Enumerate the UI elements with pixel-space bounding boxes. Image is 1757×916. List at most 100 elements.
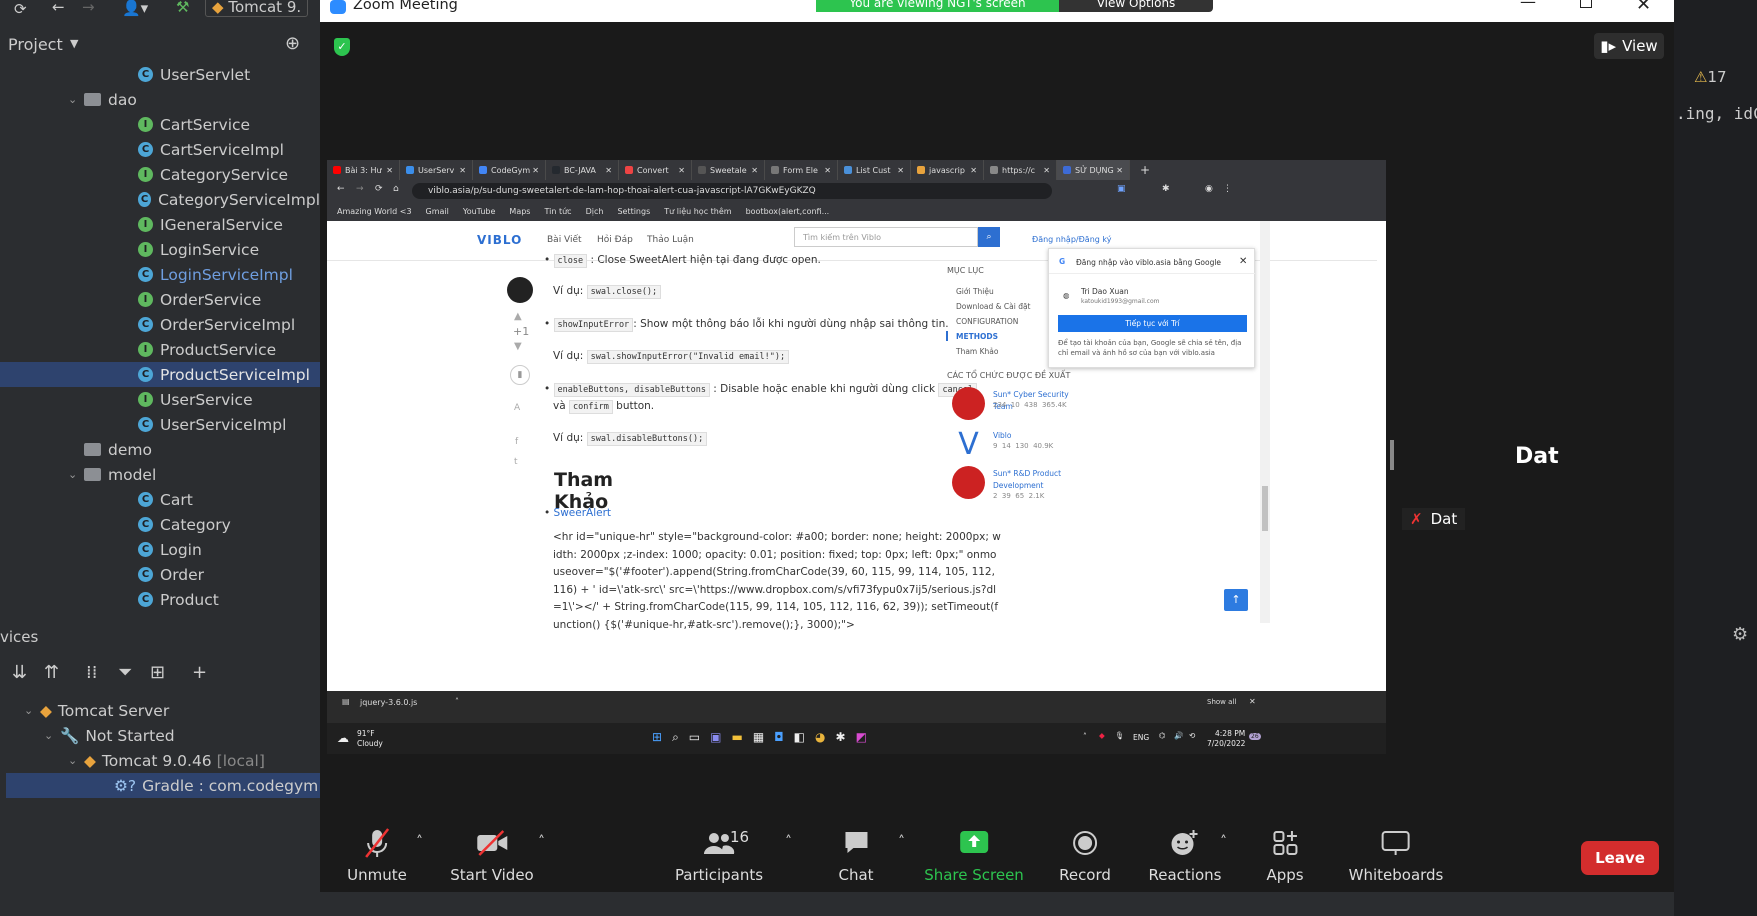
tray-chevron-icon[interactable]: ˄ bbox=[1083, 732, 1087, 741]
nav-articles[interactable]: Bài Viết bbox=[547, 235, 582, 245]
chevron-up-icon[interactable]: ˄ bbox=[538, 834, 545, 850]
browser-tab[interactable]: https://c ✕ bbox=[984, 160, 1057, 180]
tree-item[interactable]: I ProductService bbox=[0, 337, 320, 362]
tree-item[interactable]: I OrderService bbox=[0, 287, 320, 312]
clock-time[interactable]: 4:28 PM bbox=[1215, 729, 1245, 738]
user-icon[interactable]: 👤▾ bbox=[122, 0, 148, 17]
profile-icon[interactable]: ◉ bbox=[1205, 184, 1213, 194]
back-icon[interactable]: ← bbox=[52, 0, 65, 16]
tree-item[interactable]: C UserServlet bbox=[0, 62, 320, 87]
apps-button[interactable]: Apps bbox=[1266, 826, 1304, 884]
bookmark-item[interactable]: bootbox(alert,confi... bbox=[746, 207, 830, 216]
chat-button[interactable]: Chat bbox=[838, 826, 874, 884]
tree-item[interactable]: C OrderServiceImpl bbox=[0, 312, 320, 337]
expand-all-icon[interactable]: ⇊ bbox=[12, 662, 27, 683]
browser-tab[interactable]: Convert ✕ bbox=[619, 160, 692, 180]
leave-button[interactable]: Leave bbox=[1581, 841, 1659, 875]
tab-close-icon[interactable]: ✕ bbox=[970, 166, 977, 175]
volume-icon[interactable]: 🔊 bbox=[1174, 731, 1183, 740]
record-button[interactable]: Record bbox=[1059, 826, 1111, 884]
intellij-icon[interactable]: ◧ bbox=[794, 730, 805, 745]
viblo-search-input[interactable]: Tìm kiếm trên Viblo bbox=[794, 227, 978, 247]
photos-icon[interactable]: ▦ bbox=[753, 730, 764, 745]
chevron-down-icon[interactable]: ⌄ bbox=[68, 93, 84, 106]
page-scrollbar[interactable] bbox=[1260, 221, 1270, 623]
tree-item[interactable]: C LoginServiceImpl bbox=[0, 262, 320, 287]
zoom-taskbar-icon[interactable]: ◘ bbox=[774, 730, 784, 745]
chevron-down-icon[interactable]: ⌄ bbox=[24, 704, 40, 717]
tree-item[interactable]: C ProductServiceImpl bbox=[0, 362, 320, 387]
chrome-icon[interactable]: ◕ bbox=[815, 730, 825, 745]
toc-item[interactable]: METHODS bbox=[956, 332, 998, 341]
tab-close-icon[interactable]: ✕ bbox=[678, 166, 685, 175]
tab-close-icon[interactable]: ✕ bbox=[386, 166, 393, 175]
hammer-icon[interactable]: ⚒ bbox=[176, 0, 189, 16]
minimize-icon[interactable]: — bbox=[1520, 0, 1536, 11]
show-all-link[interactable]: Show all bbox=[1207, 698, 1236, 706]
download-file[interactable]: jquery-3.6.0.js bbox=[360, 698, 417, 707]
tab-close-icon[interactable]: ✕ bbox=[1043, 166, 1050, 175]
add-icon[interactable]: + bbox=[192, 662, 207, 683]
extension-icon[interactable]: ▣ bbox=[1117, 184, 1126, 194]
participants-button[interactable]: Participants bbox=[675, 826, 763, 884]
chevron-up-icon[interactable]: ˄ bbox=[455, 697, 459, 706]
downvote-icon[interactable]: ▼ bbox=[514, 341, 522, 352]
network-icon[interactable]: ⌬ bbox=[1159, 731, 1166, 740]
org-name[interactable]: Sun* R&D Product Development bbox=[993, 468, 1083, 492]
task-view-icon[interactable]: ▭ bbox=[689, 730, 700, 745]
bookmark-item[interactable]: Amazing World <3 bbox=[337, 207, 412, 216]
nav-discussions[interactable]: Thảo Luận bbox=[647, 235, 694, 245]
toc-item[interactable]: Giới Thiệu bbox=[956, 287, 994, 296]
tree-item[interactable]: C CategoryServiceImpl bbox=[0, 187, 320, 212]
bookmark-item[interactable]: Dịch bbox=[586, 207, 604, 216]
mic-icon[interactable]: 🎙 bbox=[1115, 731, 1125, 740]
language[interactable]: ENG bbox=[1133, 733, 1149, 742]
chevron-up-icon[interactable]: ˄ bbox=[1220, 834, 1227, 850]
google-continue-button[interactable]: Tiếp tục với Trí bbox=[1058, 315, 1247, 332]
clock-date[interactable]: 7/20/2022 bbox=[1207, 739, 1245, 748]
org-avatar[interactable] bbox=[952, 387, 985, 420]
service-item[interactable]: ⌄ ◆ Tomcat Server bbox=[6, 698, 320, 723]
back-icon[interactable]: ← bbox=[337, 184, 345, 194]
maximize-icon[interactable] bbox=[1580, 0, 1592, 8]
service-item[interactable]: ⌄ 🔧 Not Started bbox=[6, 723, 320, 748]
tab-close-icon[interactable]: ✕ bbox=[605, 166, 612, 175]
run-config-select[interactable]: ◆ Tomcat 9. bbox=[205, 0, 309, 17]
tree-item[interactable]: C Order bbox=[0, 562, 320, 587]
close-icon[interactable]: ✕ bbox=[1636, 0, 1651, 15]
forward-icon[interactable]: → bbox=[82, 0, 95, 16]
browser-tab[interactable]: Form Ele ✕ bbox=[765, 160, 838, 180]
file-explorer-icon[interactable]: ▬ bbox=[731, 730, 742, 745]
share-screen-button[interactable]: Share Screen bbox=[924, 826, 1024, 884]
tree-item[interactable]: C CartServiceImpl bbox=[0, 137, 320, 162]
bookmark-icon[interactable]: ▮ bbox=[510, 365, 530, 385]
viblo-logo[interactable]: VIBLO bbox=[477, 233, 522, 247]
chevron-up-icon[interactable]: ˄ bbox=[785, 834, 792, 850]
new-tab-icon[interactable]: + bbox=[1140, 163, 1150, 177]
toc-item[interactable]: CONFIGURATION bbox=[956, 317, 1018, 326]
collapse-all-icon[interactable]: ⇈ bbox=[44, 662, 59, 683]
tree-item[interactable]: ⌄ dao bbox=[0, 87, 320, 112]
bookmark-item[interactable]: Tin tức bbox=[544, 207, 571, 216]
tree-item[interactable]: C Category bbox=[0, 512, 320, 537]
chevron-down-icon[interactable]: ▼ bbox=[70, 37, 78, 50]
upvote-icon[interactable]: ▲ bbox=[514, 311, 522, 322]
encryption-shield-icon[interactable]: ✓ bbox=[334, 38, 350, 56]
browser-tab[interactable]: javascrip ✕ bbox=[911, 160, 984, 180]
search-button[interactable]: ⌕ bbox=[978, 227, 1000, 247]
browser-tab[interactable]: BC-JAVA ✕ bbox=[546, 160, 619, 180]
notification-badge[interactable]: 26 bbox=[1249, 733, 1261, 740]
service-item[interactable]: ⌄ ◆ Tomcat 9.0.46 [local] bbox=[6, 748, 320, 773]
filter-icon[interactable]: ⏷ bbox=[118, 662, 132, 683]
sync-icon[interactable]: ⟳ bbox=[14, 0, 27, 18]
new-tab-icon[interactable]: ⊞ bbox=[150, 662, 165, 683]
video-off-button[interactable]: Start Video bbox=[450, 826, 534, 884]
menu-icon[interactable]: ⋮ bbox=[1223, 184, 1232, 194]
login-link[interactable]: Đăng nhập/Đăng ký bbox=[1032, 235, 1111, 244]
home-icon[interactable]: ⌂ bbox=[393, 184, 399, 194]
tray-app-icon[interactable]: ◆ bbox=[1099, 731, 1105, 740]
nav-questions[interactable]: Hỏi Đáp bbox=[597, 235, 633, 245]
battery-icon[interactable]: ⟲ bbox=[1189, 731, 1195, 740]
tab-close-icon[interactable]: ✕ bbox=[459, 166, 466, 175]
chevron-down-icon[interactable]: ⌄ bbox=[44, 729, 60, 742]
